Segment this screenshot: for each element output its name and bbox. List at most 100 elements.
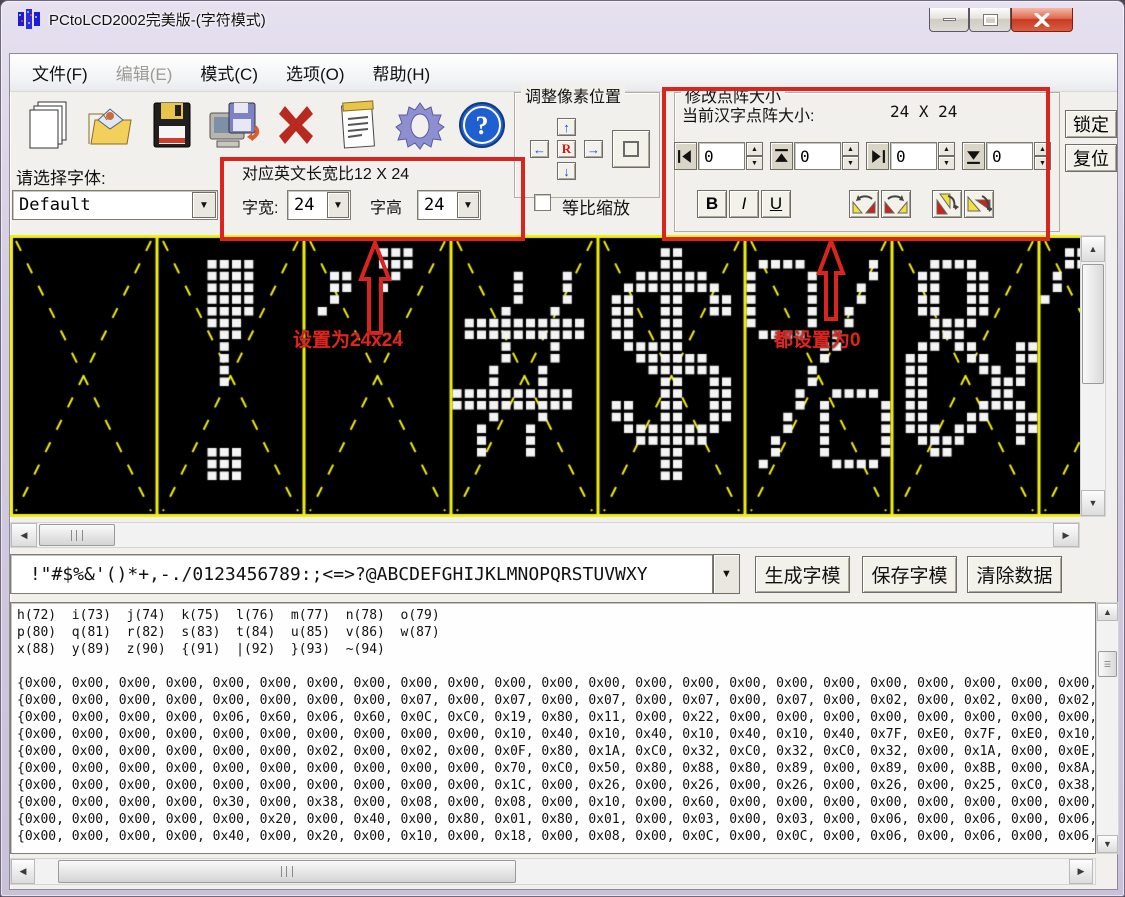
move-down-button[interactable]: ↓ (557, 162, 576, 180)
pixel-position-group-title: 调整像素位置 (521, 83, 625, 107)
scroll-down-arrow[interactable]: ▼ (1081, 490, 1105, 516)
menu-item-1[interactable]: 文件(F) (18, 54, 102, 91)
proportional-scale-checkbox[interactable] (534, 194, 551, 211)
menu-item-5[interactable]: 帮助(H) (359, 54, 445, 91)
output-line: {0x00, 0x00, 0x00, 0x00, 0x00, 0x00, 0x0… (17, 743, 1095, 760)
menu-item-3[interactable]: 模式(C) (186, 54, 272, 91)
move-left-button[interactable]: ← (530, 140, 549, 158)
svg-text:?: ? (476, 111, 489, 140)
spin-down-button[interactable]: ▼ (1034, 156, 1051, 170)
reset-position-button[interactable]: R (557, 140, 576, 158)
top-edge-offset-input[interactable]: 0 (794, 142, 841, 170)
charset-dropdown-button[interactable]: ▼ (713, 554, 740, 594)
left-edge-offset-input[interactable]: 0 (698, 142, 745, 170)
character-preview-grid[interactable] (10, 235, 1080, 517)
output-line: {0x00, 0x00, 0x00, 0x00, 0x30, 0x00, 0x3… (17, 794, 1095, 811)
save-floppy-icon[interactable] (144, 96, 200, 154)
notes-icon[interactable] (330, 96, 386, 154)
generate-font-button[interactable]: 生成字模 (755, 556, 850, 593)
output-vertical-scrollbar[interactable]: ▲ ☰ ▼ (1096, 602, 1119, 854)
spin-down-button[interactable]: ▼ (842, 156, 859, 170)
reset-r-label: R (562, 141, 571, 157)
font-select-dropdown-button[interactable]: ▼ (192, 192, 216, 218)
minimize-button[interactable] (929, 8, 969, 32)
scroll-right-arrow[interactable]: ▶ (1053, 523, 1079, 547)
output-line: {0x00, 0x00, 0x00, 0x00, 0x00, 0x00, 0x0… (17, 777, 1095, 794)
bold-button[interactable]: B (697, 190, 727, 218)
menu-item-4[interactable]: 选项(O) (272, 54, 359, 91)
app-window: PCtoLCD2002完美版-(字符模式) 文件(F)编辑(E)模式(C)选项(… (0, 0, 1125, 897)
center-preview-button[interactable] (612, 130, 650, 168)
annotation-arrow-up-1 (355, 241, 395, 337)
app-icon (17, 8, 41, 30)
char-height-dropdown-button[interactable]: ▼ (457, 192, 479, 218)
right-edge-icon[interactable] (866, 142, 889, 170)
save-font-button[interactable]: 保存字模 (862, 556, 957, 593)
underline-button-label: U (770, 194, 782, 214)
scroll-left-arrow[interactable]: ◀ (11, 859, 35, 884)
reset-button[interactable]: 复位 (1065, 144, 1117, 172)
reset-button-label: 复位 (1073, 145, 1109, 171)
scroll-right-arrow[interactable]: ▶ (1069, 859, 1093, 884)
scroll-left-arrow[interactable]: ◀ (11, 523, 37, 547)
open-folder-icon[interactable] (82, 96, 138, 154)
char-height-combobox[interactable]: 24 ▼ (417, 190, 481, 220)
spin-up-button[interactable]: ▲ (938, 142, 955, 156)
spin-up-button[interactable]: ▲ (842, 142, 859, 156)
preview-vscroll-thumb[interactable] (1082, 264, 1104, 384)
flip-vertical-button[interactable] (932, 190, 962, 218)
new-document-icon[interactable] (20, 96, 76, 154)
top-edge-icon[interactable] (770, 142, 793, 170)
scroll-down-arrow[interactable]: ▼ (1097, 835, 1118, 853)
rotate-left-button[interactable] (849, 190, 879, 218)
char-width-dropdown-button[interactable]: ▼ (327, 192, 349, 218)
clear-data-button[interactable]: 清除数据 (967, 556, 1062, 593)
bottom-edge-offset-input[interactable]: 0 (986, 142, 1033, 170)
underline-button[interactable]: U (761, 190, 791, 218)
close-button[interactable] (1011, 8, 1073, 32)
scroll-up-arrow[interactable]: ▲ (1081, 236, 1105, 262)
left-edge-icon[interactable] (674, 142, 697, 170)
char-width-label: 字宽: (242, 194, 278, 218)
bottom-edge-icon[interactable] (962, 142, 985, 170)
move-up-button[interactable]: ↑ (557, 118, 576, 136)
font-data-output[interactable]: h(72) i(73) j(74) k(75) l(76) m(77) n(78… (10, 602, 1096, 854)
move-right-button[interactable]: → (584, 140, 603, 158)
save-to-pc-icon[interactable] (206, 96, 262, 154)
italic-button[interactable]: I (729, 190, 759, 218)
spin-up-button[interactable]: ▲ (746, 142, 763, 156)
spin-down-button[interactable]: ▼ (746, 156, 763, 170)
right-edge-offset-input[interactable]: 0 (890, 142, 937, 170)
top-edge-spinner: ▲▼ (842, 142, 859, 170)
scroll-up-arrow[interactable]: ▲ (1097, 603, 1118, 621)
output-line: {0x00, 0x00, 0x00, 0x00, 0x00, 0x00, 0x0… (17, 760, 1095, 777)
output-horizontal-scrollbar[interactable]: ◀ ▶ (10, 858, 1096, 885)
output-hscroll-thumb[interactable] (58, 860, 516, 883)
chevron-down-icon: ▼ (199, 200, 209, 211)
maximize-button[interactable] (969, 8, 1011, 32)
output-line: h(72) i(73) j(74) k(75) l(76) m(77) n(78… (17, 607, 1095, 624)
preview-horizontal-scrollbar[interactable]: ◀ ▶ (10, 522, 1080, 548)
help-icon[interactable]: ? (454, 96, 510, 154)
current-size-value: 24 X 24 (890, 102, 957, 121)
bold-button-label: B (706, 194, 718, 214)
preview-vertical-scrollbar[interactable]: ▲ ▼ (1080, 235, 1106, 517)
window-title: PCtoLCD2002完美版-(字符模式) (49, 9, 266, 30)
title-bar[interactable]: PCtoLCD2002完美版-(字符模式) (1, 1, 1124, 35)
delete-x-icon[interactable] (268, 96, 324, 154)
lock-button[interactable]: 锁定 (1065, 110, 1117, 138)
char-width-combobox[interactable]: 24 ▼ (287, 190, 351, 220)
output-line: {0x00, 0x00, 0x00, 0x00, 0x00, 0x00, 0x0… (17, 692, 1095, 709)
rotate-right-button[interactable] (881, 190, 911, 218)
left-arrow-icon: ← (533, 142, 546, 157)
spin-up-button[interactable]: ▲ (1034, 142, 1051, 156)
charset-input[interactable] (10, 554, 713, 594)
spin-down-button[interactable]: ▼ (938, 156, 955, 170)
preview-hscroll-thumb[interactable] (39, 524, 115, 546)
right-arrow-icon: → (587, 142, 600, 157)
output-vscroll-thumb[interactable]: ☰ (1098, 651, 1117, 677)
flip-horizontal-button[interactable] (964, 190, 994, 218)
settings-gear-icon[interactable] (392, 96, 448, 154)
down-arrow-icon: ↓ (563, 164, 570, 179)
font-select-combobox[interactable]: Default ▼ (12, 190, 218, 220)
